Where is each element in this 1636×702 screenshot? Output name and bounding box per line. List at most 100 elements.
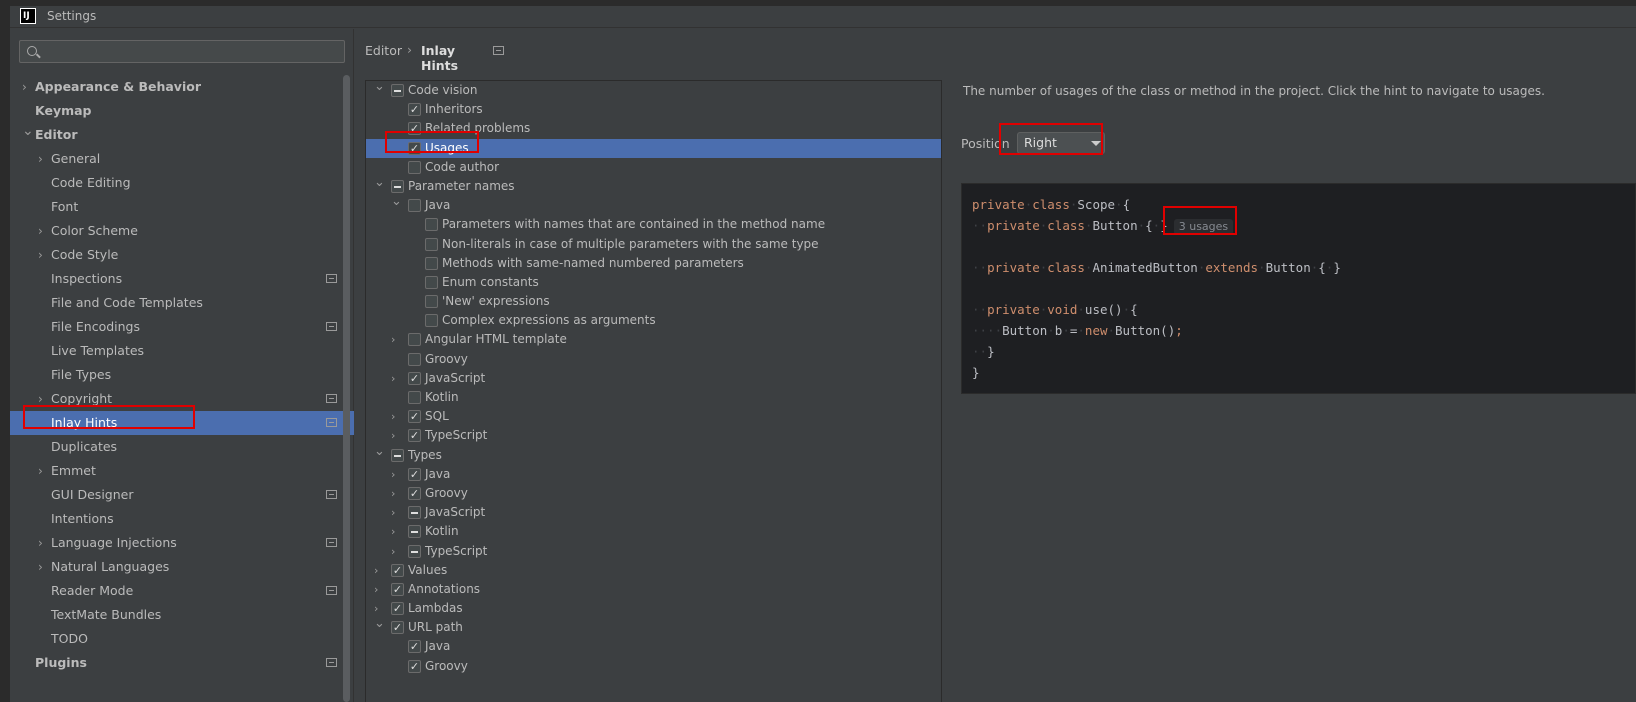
hint-checkbox[interactable]: ✓ (408, 486, 421, 500)
chevron-down-icon[interactable]: ⌄ (374, 81, 386, 96)
hint-row[interactable]: › ✓ Java (366, 465, 941, 484)
chevron-right-icon[interactable]: › (38, 555, 50, 579)
hint-row[interactable]: ✓ Inheritors (366, 100, 941, 119)
position-dropdown[interactable]: Right (1017, 132, 1105, 154)
hint-row[interactable]: Code author (366, 158, 941, 177)
hint-row[interactable]: Complex expressions as arguments (366, 311, 941, 330)
sidebar-item-file-types[interactable]: File Types (10, 363, 354, 387)
chevron-right-icon[interactable]: › (391, 522, 403, 541)
hint-row[interactable]: ⌄ ✓ URL path (366, 616, 941, 637)
hint-row[interactable]: › Angular HTML template (366, 330, 941, 349)
chevron-right-icon[interactable]: › (374, 561, 386, 580)
chevron-down-icon[interactable]: ⌄ (374, 442, 386, 461)
chevron-right-icon[interactable]: › (391, 369, 403, 388)
sidebar-item-font[interactable]: Font (10, 195, 354, 219)
hint-row[interactable]: › Kotlin (366, 522, 941, 541)
sidebar-item-live-templates[interactable]: Live Templates (10, 339, 354, 363)
hint-checkbox[interactable] (408, 199, 421, 213)
hint-checkbox[interactable]: ✓ (408, 410, 421, 424)
sidebar-item-editor[interactable]: ⌄ Editor (10, 123, 354, 147)
hint-checkbox[interactable]: ✓ (408, 141, 421, 155)
hint-row[interactable]: Enum constants (366, 273, 941, 292)
sidebar-item-duplicates[interactable]: Duplicates (10, 435, 354, 459)
hint-checkbox[interactable] (408, 352, 421, 366)
sidebar-item-emmet[interactable]: › Emmet (10, 459, 354, 483)
breadcrumb-editor[interactable]: Editor (365, 43, 402, 58)
chevron-right-icon[interactable]: › (391, 542, 403, 561)
hint-row[interactable]: ✓ Usages (366, 138, 941, 158)
hint-checkbox[interactable] (425, 256, 438, 270)
sidebar-item-code-style[interactable]: › Code Style (10, 243, 354, 267)
chevron-right-icon[interactable]: › (38, 219, 50, 243)
hint-row[interactable]: Methods with same-named numbered paramet… (366, 254, 941, 273)
hint-checkbox[interactable] (391, 448, 404, 462)
chevron-right-icon[interactable]: › (391, 407, 403, 426)
sidebar-item-file-and-code-templates[interactable]: File and Code Templates (10, 291, 354, 315)
chevron-right-icon[interactable]: › (38, 531, 50, 555)
sidebar-item-natural-languages[interactable]: › Natural Languages (10, 555, 354, 579)
sidebar-item-color-scheme[interactable]: › Color Scheme (10, 219, 354, 243)
hint-row[interactable]: ⌄ Code vision (366, 81, 941, 100)
hint-checkbox[interactable]: ✓ (391, 582, 404, 596)
sidebar-item-general[interactable]: › General (10, 147, 354, 171)
hint-row[interactable]: ⌄ Types (366, 444, 941, 465)
sidebar-item-reader-mode[interactable]: Reader Mode (10, 579, 354, 603)
chevron-right-icon[interactable]: › (38, 243, 50, 267)
hint-row[interactable]: › ✓ Annotations (366, 580, 941, 599)
chevron-right-icon[interactable]: › (38, 459, 50, 483)
settings-search-box[interactable] (19, 40, 345, 63)
hint-checkbox[interactable] (408, 525, 421, 539)
hint-row[interactable]: Non-literals in case of multiple paramet… (366, 235, 941, 254)
sidebar-scrollbar[interactable] (343, 75, 350, 702)
hint-row[interactable]: 'New' expressions (366, 292, 941, 311)
chevron-right-icon[interactable]: › (391, 465, 403, 484)
hint-checkbox[interactable]: ✓ (391, 621, 404, 635)
hint-row[interactable]: Groovy (366, 350, 941, 369)
hint-row[interactable]: › TypeScript (366, 542, 941, 561)
chevron-down-icon[interactable]: ⌄ (22, 119, 34, 143)
sidebar-item-language-injections[interactable]: › Language Injections (10, 531, 354, 555)
hint-checkbox[interactable] (425, 314, 438, 328)
hint-checkbox[interactable]: ✓ (408, 429, 421, 443)
hint-checkbox[interactable] (408, 544, 421, 558)
hint-checkbox[interactable] (425, 275, 438, 289)
chevron-right-icon[interactable]: › (22, 75, 34, 99)
sidebar-item-inlay-hints[interactable]: Inlay Hints (10, 411, 354, 435)
hint-checkbox[interactable]: ✓ (408, 640, 421, 654)
hint-checkbox[interactable]: ✓ (408, 103, 421, 117)
usages-inlay-hint[interactable]: 3 usages (1173, 219, 1234, 235)
hint-row[interactable]: ✓ Java (366, 637, 941, 656)
chevron-right-icon[interactable]: › (38, 387, 50, 411)
title-bar[interactable]: IJ Settings (10, 6, 1636, 28)
hint-row[interactable]: Kotlin (366, 388, 941, 407)
sidebar-item-inspections[interactable]: Inspections (10, 267, 354, 291)
sidebar-item-intentions[interactable]: Intentions (10, 507, 354, 531)
hint-checkbox[interactable] (408, 160, 421, 174)
hint-checkbox[interactable]: ✓ (408, 371, 421, 385)
sidebar-item-todo[interactable]: TODO (10, 627, 354, 651)
hint-checkbox[interactable] (425, 237, 438, 251)
hint-checkbox[interactable] (408, 333, 421, 347)
chevron-right-icon[interactable]: › (391, 484, 403, 503)
sidebar-item-plugins[interactable]: Plugins (10, 651, 354, 675)
chevron-right-icon[interactable]: › (38, 147, 50, 171)
sidebar-item-gui-designer[interactable]: GUI Designer (10, 483, 354, 507)
chevron-down-icon[interactable]: ⌄ (374, 173, 386, 192)
hint-checkbox[interactable]: ✓ (408, 659, 421, 673)
hint-checkbox[interactable] (425, 218, 438, 232)
chevron-down-icon[interactable]: ⌄ (391, 192, 403, 211)
hint-checkbox[interactable]: ✓ (391, 602, 404, 616)
hint-row[interactable]: › ✓ Lambdas (366, 599, 941, 618)
hint-checkbox[interactable] (408, 391, 421, 404)
hint-row[interactable]: › ✓ Values (366, 561, 941, 580)
sidebar-item-keymap[interactable]: Keymap (10, 99, 354, 123)
sidebar-item-textmate-bundles[interactable]: TextMate Bundles (10, 603, 354, 627)
sidebar-item-file-encodings[interactable]: File Encodings (10, 315, 354, 339)
hint-checkbox[interactable]: ✓ (391, 563, 404, 577)
hint-row[interactable]: › ✓ TypeScript (366, 426, 941, 445)
hint-row[interactable]: ✓ Groovy (366, 657, 941, 676)
hint-checkbox[interactable] (425, 295, 438, 309)
hint-row[interactable]: ⌄ Parameter names (366, 175, 941, 196)
chevron-right-icon[interactable]: › (374, 580, 386, 599)
hint-checkbox[interactable] (391, 179, 404, 193)
